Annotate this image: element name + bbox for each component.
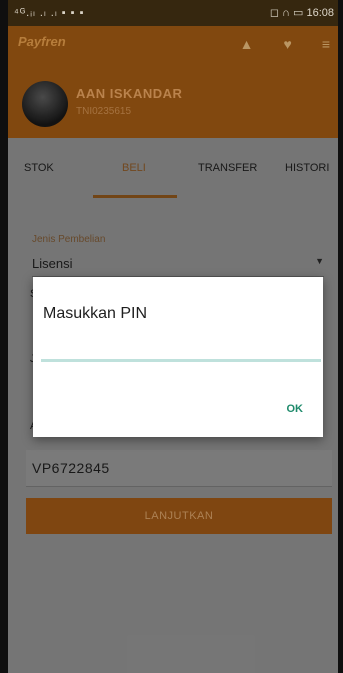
pin-dialog: Masukkan PIN OK xyxy=(33,277,323,437)
pin-input[interactable] xyxy=(41,359,321,362)
dialog-title: Masukkan PIN xyxy=(43,305,148,322)
ok-button[interactable]: OK xyxy=(287,403,304,415)
phone-screen: ⁴ᴳ.ᵢₗ .ₗ .ₗ ▪ ▪ ▪ ◻ ∩ ▭ 16:08 Payfren ▲ … xyxy=(8,0,338,673)
